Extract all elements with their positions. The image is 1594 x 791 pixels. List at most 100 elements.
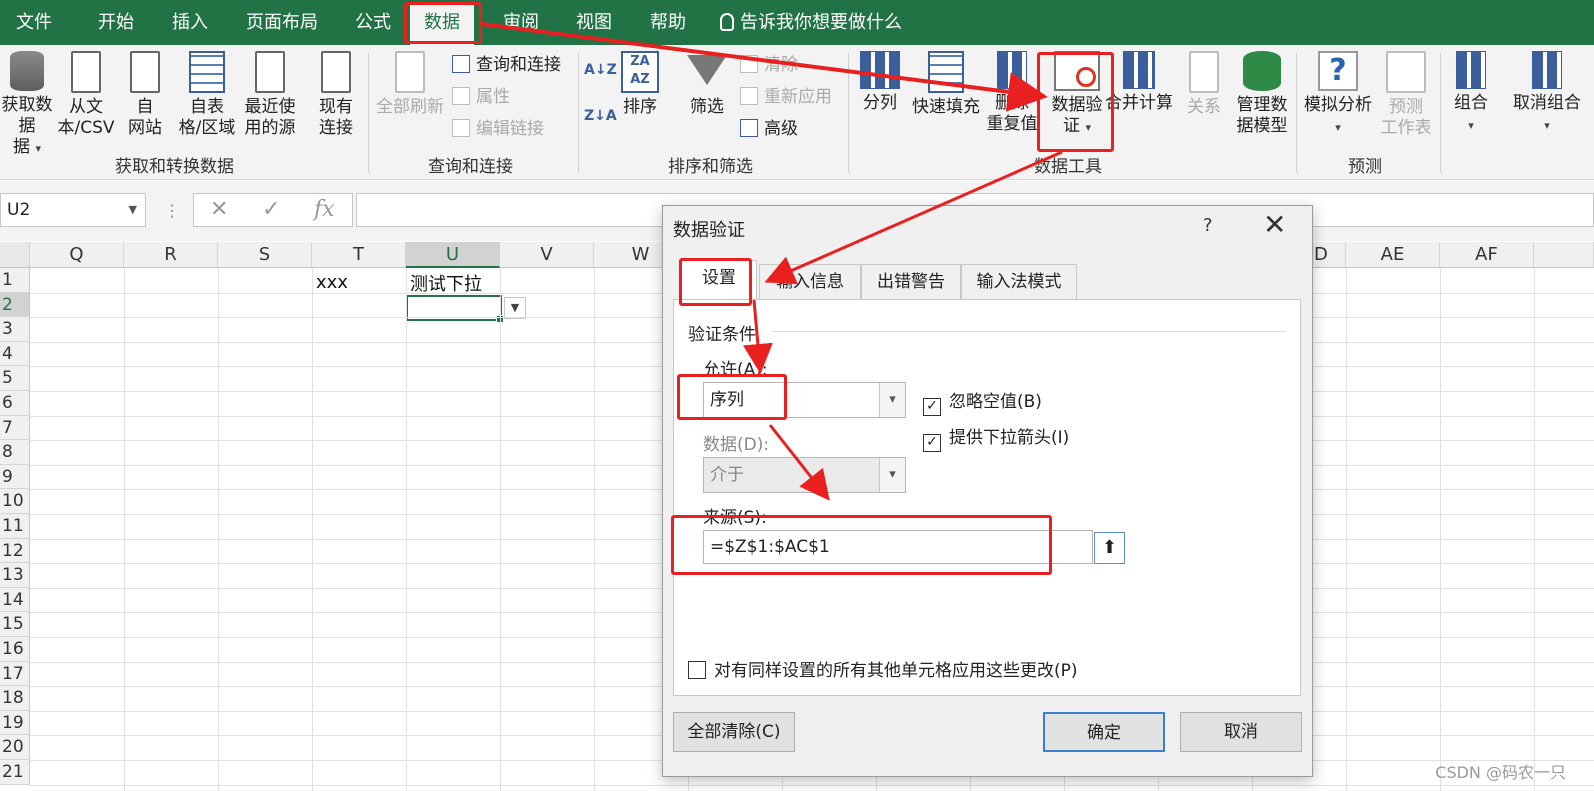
row-header[interactable]: 1 <box>0 268 30 293</box>
existing-connections-button[interactable]: 现有 连接 <box>312 51 360 139</box>
advanced-filter-button[interactable]: 高级 <box>740 117 798 141</box>
connection-file-icon <box>321 51 351 93</box>
row-header[interactable]: 4 <box>0 341 30 367</box>
tab-review[interactable]: 审阅 <box>503 0 539 45</box>
row-header[interactable]: 10 <box>0 489 30 514</box>
data-select[interactable]: 介于 ▾ <box>703 457 906 493</box>
reapply-button[interactable]: 重新应用 <box>740 85 832 109</box>
group-button[interactable]: 组合 ▾ <box>1446 51 1496 136</box>
help-icon[interactable]: ? <box>1203 215 1213 236</box>
from-text-csv-button[interactable]: 从文 本/CSV <box>55 51 117 139</box>
tab-home[interactable]: 开始 <box>98 0 134 45</box>
tab-page-layout[interactable]: 页面布局 <box>246 0 318 45</box>
row-header[interactable]: 19 <box>0 710 30 736</box>
properties-button[interactable]: 属性 <box>452 85 510 109</box>
recent-sources-label: 最近使 <box>244 97 296 117</box>
cell-dropdown-button[interactable]: ▼ <box>504 297 526 319</box>
what-if-analysis-button[interactable]: ? 模拟分析 ▾ <box>1300 51 1376 138</box>
refresh-all-button[interactable]: 全部刷新 <box>374 51 446 118</box>
flash-fill-button[interactable]: 快速填充 <box>908 51 984 118</box>
row-header[interactable]: 2 <box>0 292 30 318</box>
ok-button[interactable]: 确定 <box>1043 712 1165 752</box>
row-header[interactable]: 7 <box>0 415 30 441</box>
row-header[interactable]: 3 <box>0 317 30 342</box>
from-web-button[interactable]: 自 网站 <box>120 51 170 139</box>
text-file-icon <box>71 51 101 93</box>
row-header[interactable]: 11 <box>0 514 30 539</box>
remove-duplicates-button[interactable]: 删除 重复值 <box>984 51 1040 135</box>
row-header[interactable]: 20 <box>0 735 30 760</box>
row-header[interactable]: 9 <box>0 464 30 490</box>
row-header[interactable]: 13 <box>0 563 30 588</box>
from-table-button[interactable]: 自表 格/区域 <box>175 51 239 139</box>
tab-insert[interactable]: 插入 <box>172 0 208 45</box>
forecast-sheet-button[interactable]: 预测 工作表 <box>1376 51 1436 139</box>
queries-connections-button[interactable]: 查询和连接 <box>452 53 561 77</box>
cancel-button[interactable]: 取消 <box>1180 712 1302 752</box>
annotation-box-data-tab <box>404 2 482 44</box>
clear-filter-button[interactable]: 清除 <box>740 53 798 77</box>
relationships-button[interactable]: 关系 <box>1180 51 1228 118</box>
row-header[interactable]: 15 <box>0 612 30 637</box>
tab-input-message[interactable]: 输入信息 <box>759 264 861 300</box>
row-header[interactable]: 5 <box>0 366 30 391</box>
consolidate-label: 合并计算 <box>1105 93 1173 113</box>
ignore-blank-checkbox[interactable]: ✓ 忽略空值(B) <box>923 387 1042 416</box>
tab-error-alert[interactable]: 出错警告 <box>861 264 961 300</box>
text-to-columns-button[interactable]: 分列 <box>858 51 902 114</box>
tab-view[interactable]: 视图 <box>576 0 612 45</box>
tab-help[interactable]: 帮助 <box>650 0 686 45</box>
column-header-r[interactable]: R <box>124 242 218 268</box>
in-cell-dropdown-checkbox[interactable]: ✓ 提供下拉箭头(I) <box>923 423 1069 452</box>
column-header-s[interactable]: S <box>218 242 312 268</box>
filter-button[interactable]: 筛选 <box>684 51 730 118</box>
apply-all-checkbox[interactable]: 对有同样设置的所有其他单元格应用这些更改(P) <box>688 656 1078 681</box>
column-header-v[interactable]: V <box>500 242 594 268</box>
group-icon <box>1456 51 1486 89</box>
what-if-label: 模拟分析 <box>1304 95 1372 115</box>
sort-az-button[interactable]: A↓Z <box>584 59 617 81</box>
tell-me-box[interactable]: 告诉我你想要做什么 <box>720 0 902 45</box>
close-icon[interactable]: ✕ <box>1263 210 1286 240</box>
row-header[interactable]: 18 <box>0 686 30 711</box>
get-data-button[interactable]: 获取数据 据 ▾ <box>0 51 54 159</box>
row-header[interactable]: 8 <box>0 440 30 465</box>
row-header[interactable]: 17 <box>0 661 30 687</box>
clear-all-button[interactable]: 全部清除(C) <box>673 712 795 752</box>
column-header-af[interactable]: AF <box>1440 242 1534 268</box>
grid-line <box>312 268 313 791</box>
row-header[interactable]: 21 <box>0 760 30 785</box>
ungroup-button[interactable]: 取消组合 ▾ <box>1500 51 1594 136</box>
row-header[interactable]: 16 <box>0 637 30 662</box>
data-value: 介于 <box>710 465 744 485</box>
row-header[interactable]: 12 <box>0 538 30 564</box>
tab-ime-mode[interactable]: 输入法模式 <box>961 264 1077 300</box>
sort-za-button[interactable]: Z↓A <box>584 105 617 127</box>
what-if-icon: ? <box>1318 51 1358 91</box>
name-box[interactable]: U2 ▼ <box>0 193 146 227</box>
row-header[interactable]: 14 <box>0 587 30 613</box>
sort-button[interactable]: ZA AZ 排序 <box>616 51 664 118</box>
column-header-q[interactable]: Q <box>30 242 124 268</box>
fx-icon[interactable]: fx <box>314 197 335 222</box>
column-header[interactable] <box>1534 242 1594 268</box>
cancel-x-icon[interactable]: ✕ <box>210 197 228 222</box>
enter-check-icon[interactable]: ✓ <box>262 197 280 222</box>
from-table-label-2: 格/区域 <box>178 118 236 138</box>
row-header[interactable]: 6 <box>0 391 30 416</box>
manage-data-model-button[interactable]: 管理数 据模型 <box>1232 51 1292 137</box>
collapse-dialog-button[interactable]: ⬆ <box>1094 532 1125 564</box>
column-header-ae[interactable]: AE <box>1346 242 1440 268</box>
column-header-u[interactable]: U <box>406 242 500 268</box>
select-all-corner[interactable] <box>0 242 30 268</box>
settings-panel: 验证条件 允许(A): 序列 ▾ ✓ 忽略空值(B) ✓ 提供下拉箭头(I) 数据(D… <box>673 299 1301 696</box>
section-divider <box>772 331 1286 332</box>
reapply-icon <box>740 87 758 105</box>
edit-links-button[interactable]: 编辑链接 <box>452 117 544 141</box>
cell-t1[interactable]: xxx <box>316 272 348 293</box>
refresh-all-label: 全部刷新 <box>376 97 444 117</box>
tab-file[interactable]: 文件 <box>16 0 52 45</box>
recent-sources-button[interactable]: 最近使 用的源 <box>241 51 299 139</box>
column-header-t[interactable]: T <box>312 242 406 268</box>
tab-formulas[interactable]: 公式 <box>355 0 391 45</box>
